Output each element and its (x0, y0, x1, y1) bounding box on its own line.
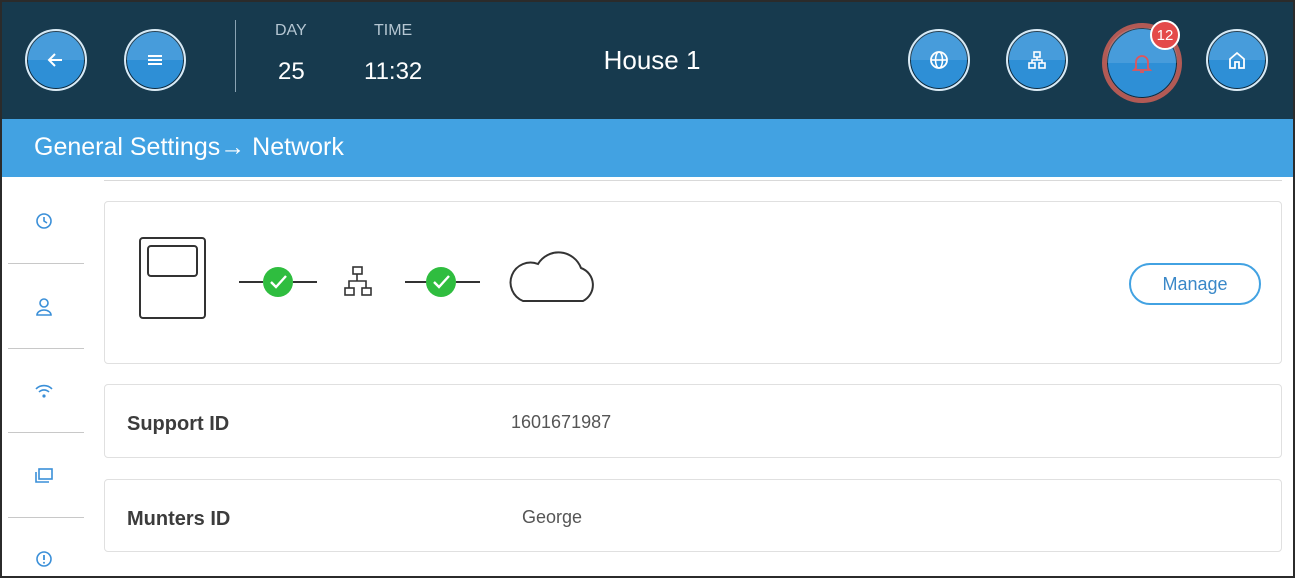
check-icon (426, 267, 456, 297)
sidebar-item-user[interactable] (2, 265, 86, 349)
support-id-label: Support ID (127, 413, 230, 435)
day-value: 25 (278, 58, 305, 85)
alarm-count-badge: 12 (1150, 20, 1180, 50)
home-button[interactable] (1206, 29, 1268, 91)
breadcrumb-bar: General Settings→ Network (2, 119, 1293, 177)
day-label: DAY (275, 22, 307, 39)
time-label: TIME (374, 22, 413, 39)
controller-icon (139, 237, 206, 319)
app-window: DAY TIME 25 11:32 House 1 12 General Set… (0, 0, 1295, 578)
breadcrumb: General Settings→ Network (34, 133, 344, 161)
bell-icon (1131, 55, 1153, 73)
support-id-value: 1601671987 (511, 412, 612, 432)
sidebar-item-alert[interactable] (2, 517, 86, 576)
menu-button[interactable] (124, 29, 186, 91)
check-icon (263, 267, 293, 297)
munters-id-label: Munters ID (127, 508, 231, 530)
network-diagram (139, 237, 594, 319)
clock-icon (36, 213, 52, 229)
user-icon (36, 298, 52, 316)
sidebar-item-folder[interactable] (2, 433, 86, 517)
top-bar: DAY TIME 25 11:32 House 1 12 (2, 2, 1293, 119)
network-icon (1028, 51, 1046, 69)
manage-button[interactable]: Manage (1129, 263, 1261, 305)
header-divider (235, 20, 236, 92)
back-icon (47, 53, 62, 67)
cloud-icon (509, 251, 594, 302)
munters-id-row: Munters ID George (104, 479, 1282, 552)
menu-icon (148, 55, 162, 65)
support-id-row: Support ID 1601671987 (104, 384, 1282, 458)
back-button[interactable] (25, 29, 87, 91)
globe-icon (930, 51, 948, 69)
sidebar-divider (8, 263, 84, 264)
home-icon (1229, 51, 1245, 69)
globe-button[interactable] (908, 29, 970, 91)
folder-icon (35, 468, 53, 483)
content-divider (104, 180, 1282, 181)
network-icon (344, 266, 372, 296)
network-status-card: Manage (104, 201, 1282, 364)
wifi-icon (35, 384, 53, 398)
alert-icon (36, 551, 52, 567)
sidebar-item-clock[interactable] (2, 179, 86, 263)
house-title: House 1 (603, 45, 701, 75)
time-value: 11:32 (364, 58, 423, 85)
sidebar (2, 177, 86, 576)
munters-id-value[interactable]: George (522, 507, 582, 528)
sidebar-item-wifi[interactable] (2, 349, 86, 433)
network-button[interactable] (1006, 29, 1068, 91)
